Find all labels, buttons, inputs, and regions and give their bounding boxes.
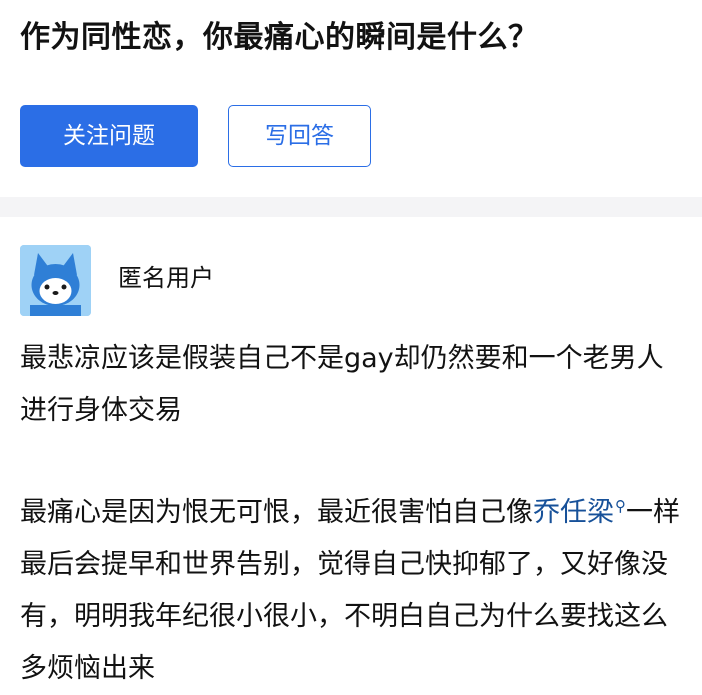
question-title: 作为同性恋，你最痛心的瞬间是什么？ [20,20,539,55]
answer-paragraph-2: 最痛心是因为恨无可恨，最近很害怕自己像乔任梁⚲一样最后会提早和世界告别，觉得自己… [20,480,690,695]
section-divider [0,197,702,217]
search-icon[interactable]: ⚲ [615,497,626,515]
anonymous-user-avatar-icon[interactable] [20,245,91,316]
question-header: 作为同性恋，你最痛心的瞬间是什么？ 关注问题 写回答 [0,0,702,197]
search-link[interactable]: 乔任梁 [533,497,614,528]
answer-text-before-link: 最痛心是因为恨无可恨，最近很害怕自己像 [20,497,533,528]
author-name[interactable]: 匿名用户 [118,258,214,298]
answer-paragraph-1: 最悲凉应该是假装自己不是gay却仍然要和一个老男人进行身体交易 [20,343,664,426]
follow-question-button[interactable]: 关注问题 [20,105,198,167]
write-answer-button[interactable]: 写回答 [228,105,371,167]
